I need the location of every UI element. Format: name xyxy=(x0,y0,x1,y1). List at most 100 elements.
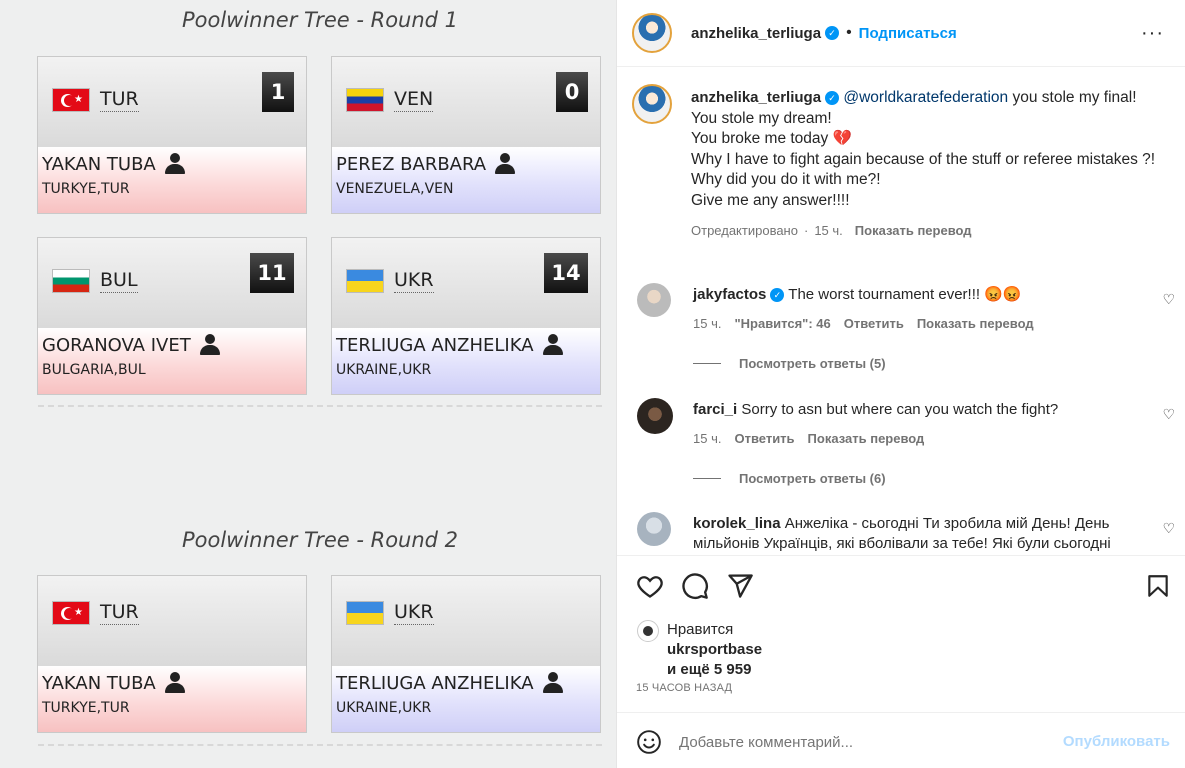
score: 1 xyxy=(262,72,294,112)
country-code: VEN xyxy=(394,88,434,112)
edited-label: Отредактировано xyxy=(691,223,798,238)
competitor-name: YAKAN TUBA xyxy=(42,672,156,694)
country-code: TUR xyxy=(100,601,139,625)
view-replies-label: Посмотреть ответы (5) xyxy=(739,356,886,371)
heart-icon[interactable] xyxy=(636,572,664,600)
header-username[interactable]: anzhelika_terliuga xyxy=(691,25,821,42)
comment-text: Sorry to asn but where can you watch the… xyxy=(741,401,1059,418)
bracket-image: Poolwinner Tree - Round 1 ★ TUR 1 YAKAN T… xyxy=(0,0,616,768)
follow-button[interactable]: Подписаться xyxy=(859,25,957,42)
score: 11 xyxy=(250,253,294,293)
competitor-country: BULGARIA,BUL xyxy=(42,362,146,378)
post-time: 15 ч. xyxy=(814,223,843,238)
competitor-card: ★ TUR 1 YAKAN TUBA TURKYE,TUR xyxy=(37,56,307,214)
post-panel: anzhelika_terliuga ✓ • Подписаться ··· a… xyxy=(616,0,1185,768)
avatar[interactable] xyxy=(632,13,672,53)
verified-icon: ✓ xyxy=(770,288,785,303)
translate-link[interactable]: Показать перевод xyxy=(917,316,1034,331)
verified-icon: ✓ xyxy=(825,90,840,105)
bookmark-icon[interactable] xyxy=(1145,572,1171,600)
verified-icon: ✓ xyxy=(825,26,840,40)
country-code: UKR xyxy=(394,601,434,625)
liker-username[interactable]: ukrsportbase xyxy=(667,640,762,660)
avatar[interactable] xyxy=(637,398,673,434)
person-icon xyxy=(494,153,516,175)
person-icon xyxy=(199,334,221,356)
country-code: UKR xyxy=(394,269,434,293)
avatar[interactable] xyxy=(637,283,671,317)
more-icon[interactable]: ··· xyxy=(1141,22,1164,45)
caption-username[interactable]: anzhelika_terliuga xyxy=(691,89,821,106)
separator-dot: · xyxy=(803,223,809,238)
competitor-card: BUL 11 GORANOVA IVET BULGARIA,BUL xyxy=(37,237,307,395)
competitor-country: TURKYE,TUR xyxy=(42,700,130,716)
comment: farci_i Sorry to asn but where can you w… xyxy=(637,398,1177,488)
competitor-card: UKR 14 TERLIUGA ANZHELIKA UKRAINE,UKR xyxy=(331,237,601,395)
comment-username[interactable]: jakyfactos xyxy=(693,286,766,303)
likes-label: Нравится xyxy=(667,621,734,638)
competitor-country: UKRAINE,UKR xyxy=(336,700,432,716)
competitor-name: TERLIUGA ANZHELIKA xyxy=(336,334,534,356)
competitor-country: TURKYE,TUR xyxy=(42,181,130,197)
view-replies-button[interactable]: Посмотреть ответы (6) xyxy=(693,471,886,486)
share-icon[interactable] xyxy=(726,572,754,600)
avatar[interactable] xyxy=(632,84,672,124)
likes-summary: Нравится ukrsportbase и ещё 5 959 xyxy=(667,620,762,680)
caption-line: Give me any answer!!!! xyxy=(691,191,850,209)
turkey-flag-icon: ★ xyxy=(52,88,90,112)
add-comment-bar: Опубликовать xyxy=(617,712,1185,768)
avatar[interactable] xyxy=(637,512,671,546)
person-icon xyxy=(542,334,564,356)
caption-mention[interactable]: @worldkaratefederation xyxy=(843,89,1008,106)
post-header: anzhelika_terliuga ✓ • Подписаться ··· xyxy=(617,0,1185,67)
reply-button[interactable]: Ответить xyxy=(734,431,794,446)
comment-text: The worst tournament ever!!! 😡😡 xyxy=(788,286,1022,303)
round1-title: Poolwinner Tree - Round 1 xyxy=(181,8,459,32)
comment-icon[interactable] xyxy=(681,572,709,600)
post-caption: anzhelika_terliuga ✓ @worldkaratefederati… xyxy=(691,88,1161,242)
comment-username[interactable]: korolek_lina xyxy=(693,515,781,532)
score: 14 xyxy=(544,253,588,293)
comment-username[interactable]: farci_i xyxy=(693,401,737,418)
caption-line: Why did you do it with me?! xyxy=(691,171,881,188)
caption-line: You broke me today xyxy=(691,130,829,147)
comment-input[interactable] xyxy=(679,729,1059,755)
country-code: BUL xyxy=(100,269,138,293)
competitor-country: VENEZUELA,VEN xyxy=(336,181,454,197)
competitor-card: UKR TERLIUGA ANZHELIKA UKRAINE,UKR xyxy=(331,575,601,733)
publish-button[interactable]: Опубликовать xyxy=(1063,733,1170,750)
person-icon xyxy=(164,672,186,694)
caption-line: Why I have to fight again because of the… xyxy=(691,150,1156,168)
comment: jakyfactos ✓ The worst tournament ever!!!… xyxy=(637,283,1177,373)
score: 0 xyxy=(556,72,588,112)
comment-likes[interactable]: "Нравится": 46 xyxy=(734,316,830,331)
likes-others[interactable]: и ещё 5 959 xyxy=(667,661,751,678)
venezuela-flag-icon xyxy=(346,88,384,112)
divider xyxy=(38,744,602,746)
competitor-name: PEREZ BARBARA xyxy=(336,153,487,175)
heart-icon[interactable]: ♡ xyxy=(1162,291,1175,308)
competitor-name: GORANOVA IVET xyxy=(42,334,191,356)
emoji-icon[interactable] xyxy=(636,729,662,755)
turkey-flag-icon: ★ xyxy=(52,601,90,625)
translate-link[interactable]: Показать перевод xyxy=(808,431,925,446)
caption-line: You stole my dream! xyxy=(691,109,832,127)
person-icon xyxy=(164,153,186,175)
competitor-country: UKRAINE,UKR xyxy=(336,362,432,378)
comment-time: 15 ч. xyxy=(693,431,722,446)
broken-heart-icon: 💔 xyxy=(832,130,852,147)
avatar[interactable] xyxy=(637,620,659,642)
competitor-card: VEN 0 PEREZ BARBARA VENEZUELA,VEN xyxy=(331,56,601,214)
reply-button[interactable]: Ответить xyxy=(844,316,904,331)
heart-icon[interactable]: ♡ xyxy=(1162,520,1175,537)
comment: korolek_lina Анжеліка - сьогодні Ти зроб… xyxy=(637,512,1177,554)
heart-icon[interactable]: ♡ xyxy=(1162,406,1175,423)
bulgaria-flag-icon xyxy=(52,269,90,293)
caption-line: you stole my final! xyxy=(1012,89,1137,106)
translate-link[interactable]: Показать перевод xyxy=(855,221,972,242)
post-date: 15 ЧАСОВ НАЗАД xyxy=(636,682,733,694)
competitor-name: YAKAN TUBA xyxy=(42,153,156,175)
ukraine-flag-icon xyxy=(346,269,384,293)
person-icon xyxy=(542,672,564,694)
view-replies-button[interactable]: Посмотреть ответы (5) xyxy=(693,356,886,371)
